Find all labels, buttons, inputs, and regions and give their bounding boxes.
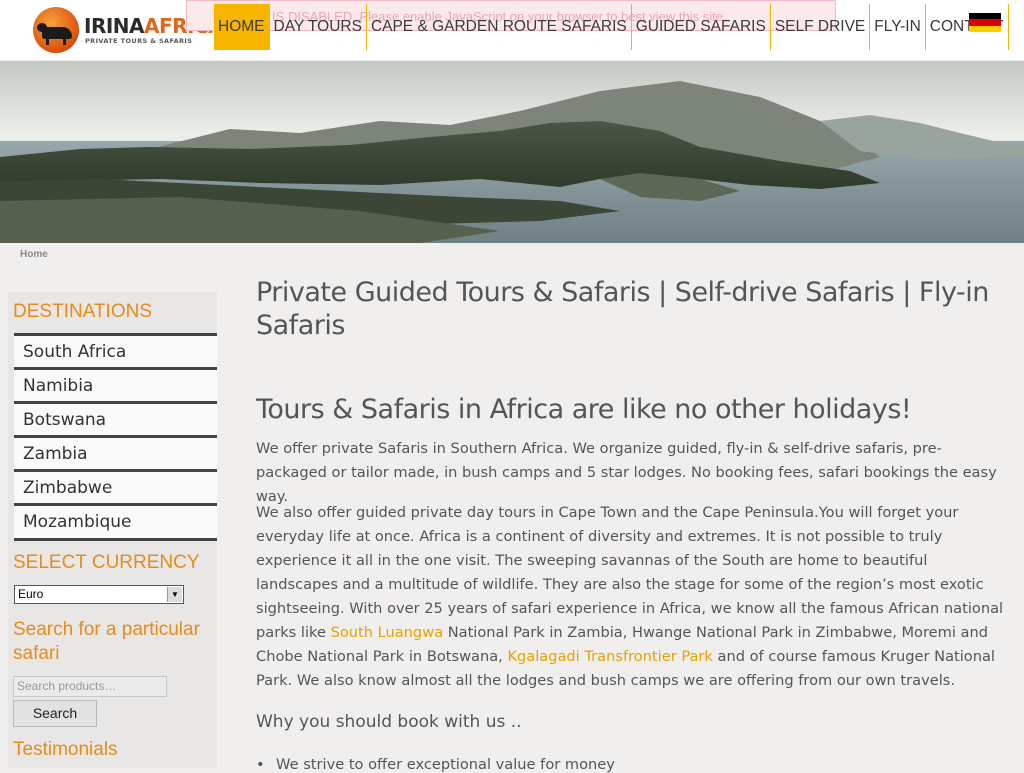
body-paragraph: We also offer guided private day tours i… — [256, 501, 1004, 693]
destinations-heading: DESTINATIONS — [13, 301, 152, 322]
logo-tagline: PRIVATE TOURS & SAFARIS — [85, 37, 193, 45]
destination-label: Namibia — [23, 376, 94, 396]
nav-fly-in[interactable]: FLY-IN — [870, 4, 926, 50]
chevron-down-icon[interactable]: ▼ — [167, 587, 182, 602]
section-heading: Tours & Safaris in Africa are like no ot… — [256, 394, 912, 425]
breadcrumb-home-link[interactable]: Home — [20, 249, 48, 260]
page-title: Private Guided Tours & Safaris | Self-dr… — [256, 277, 989, 341]
destination-item-zambia[interactable]: Zambia — [14, 435, 217, 470]
destination-item-namibia[interactable]: Namibia — [14, 367, 217, 402]
site-header: IRINAAFRICA PRIVATE TOURS & SAFARIS SCRI… — [0, 0, 1024, 60]
destination-label: South Africa — [23, 342, 127, 362]
search-safari-heading: Search for a particular safari — [13, 619, 200, 664]
sidebar: DESTINATIONS South Africa Namibia Botswa… — [8, 292, 217, 768]
currency-select[interactable]: Euro ▼ — [14, 585, 184, 604]
flag-stripe — [969, 25, 1001, 32]
destinations-list: South Africa Namibia Botswana Zambia Zim… — [14, 333, 217, 541]
destination-item-botswana[interactable]: Botswana — [14, 401, 217, 436]
destination-label: Botswana — [23, 410, 107, 430]
kgalagadi-link[interactable]: Kgalagadi Transfrontier Park — [507, 648, 712, 665]
why-book-heading: Why you should book with us .. — [256, 712, 522, 732]
nav-home[interactable]: HOME — [214, 4, 270, 50]
search-products-input[interactable]: Search products… — [13, 676, 167, 697]
body-text: We also offer guided private day tours i… — [256, 504, 1004, 641]
nav-self-drive[interactable]: SELF DRIVE — [771, 4, 871, 50]
search-button[interactable]: Search — [13, 700, 97, 727]
currency-selected-value: Euro — [18, 587, 44, 601]
destination-label: Zimbabwe — [23, 478, 113, 498]
testimonials-heading: Testimonials — [13, 739, 118, 760]
leopard-icon — [37, 23, 72, 45]
intro-paragraph: We offer private Safaris in Southern Afr… — [256, 440, 997, 505]
nav-guided-safaris[interactable]: GUIDED SAFARIS — [632, 4, 771, 50]
south-luangwa-link[interactable]: South Luangwa — [331, 624, 444, 641]
site-logo[interactable]: IRINAAFRICA PRIVATE TOURS & SAFARIS — [32, 6, 224, 54]
select-currency-heading: SELECT CURRENCY — [13, 552, 200, 573]
breadcrumb: Home — [20, 249, 48, 260]
german-flag-icon[interactable] — [969, 13, 1001, 32]
destination-label: Zambia — [23, 444, 88, 464]
main-content: Private Guided Tours & Safaris | Self-dr… — [256, 276, 1006, 773]
destination-item-zimbabwe[interactable]: Zimbabwe — [14, 469, 217, 504]
nav-cape-garden-route-safaris[interactable]: CAPE & GARDEN ROUTE SAFARIS — [367, 4, 632, 50]
destination-item-mozambique[interactable]: Mozambique — [14, 503, 217, 541]
nav-day-tours[interactable]: DAY TOURS — [270, 4, 367, 50]
search-placeholder: Search products… — [17, 679, 117, 693]
logo-sun-icon — [33, 7, 79, 53]
main-navigation: HOME DAY TOURS CAPE & GARDEN ROUTE SAFAR… — [214, 4, 1009, 50]
destination-item-south-africa[interactable]: South Africa — [14, 333, 217, 368]
destination-label: Mozambique — [23, 512, 132, 532]
cape-point-landscape — [0, 61, 1024, 243]
list-item: We strive to offer exceptional value for… — [256, 756, 615, 773]
hero-banner-image — [0, 61, 1024, 243]
